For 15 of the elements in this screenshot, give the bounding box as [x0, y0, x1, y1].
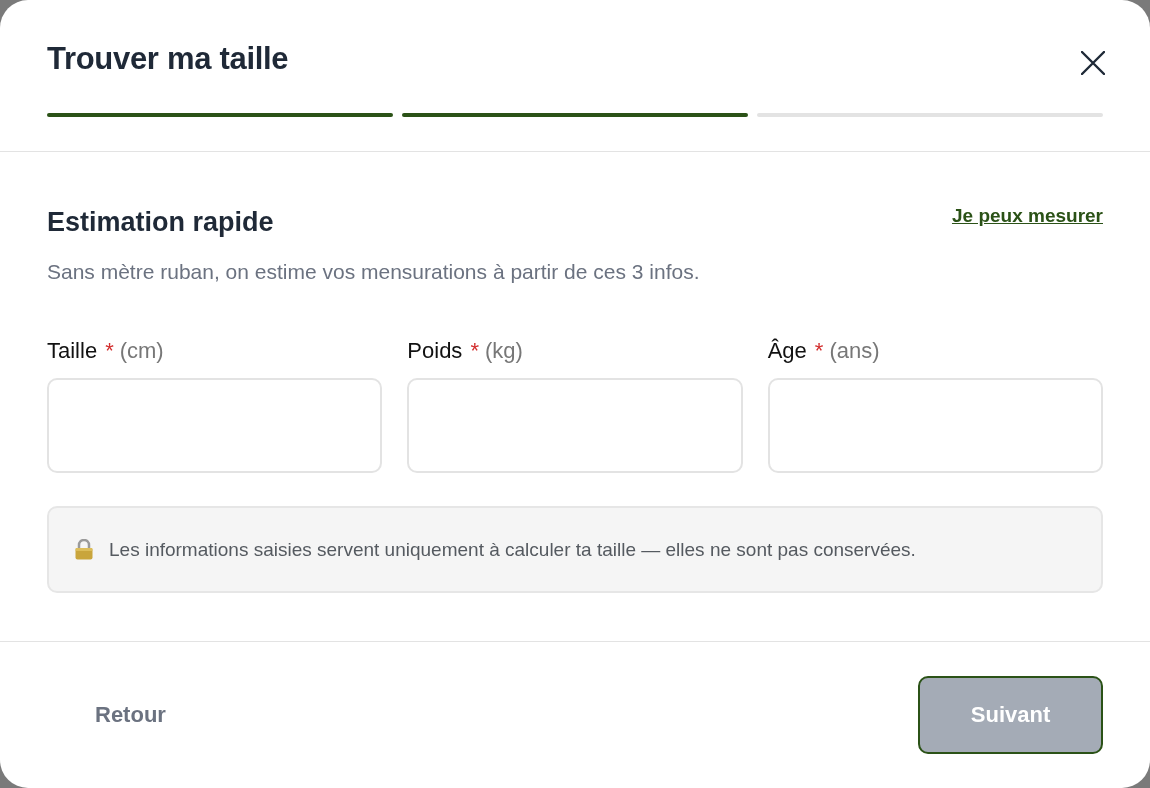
input-field[interactable] [407, 378, 743, 473]
notice-text: Les informations saisies servent uniquement à calculer ta taille — elles ne sont pas conservées. [109, 537, 916, 562]
section-title: Estimation rapide [47, 206, 274, 239]
close-button[interactable] [1079, 49, 1107, 77]
field-label: Poids * (kg) [407, 337, 524, 365]
input-field[interactable] [767, 378, 1103, 473]
lock-icon [75, 539, 93, 560]
dialog-title: Trouver ma taille [47, 40, 289, 78]
close-icon [1081, 51, 1105, 75]
field-label: Taille * (cm) [47, 337, 165, 365]
measure-link[interactable]: Je peux mesurer [951, 204, 1103, 228]
input-field[interactable] [47, 378, 383, 473]
section-description: Sans mètre ruban, on estime vos mensurations à partir de ces 3 infos. [47, 259, 701, 285]
field-label: Âge * (ans) [767, 337, 881, 365]
back-button[interactable]: Retour [47, 676, 214, 754]
